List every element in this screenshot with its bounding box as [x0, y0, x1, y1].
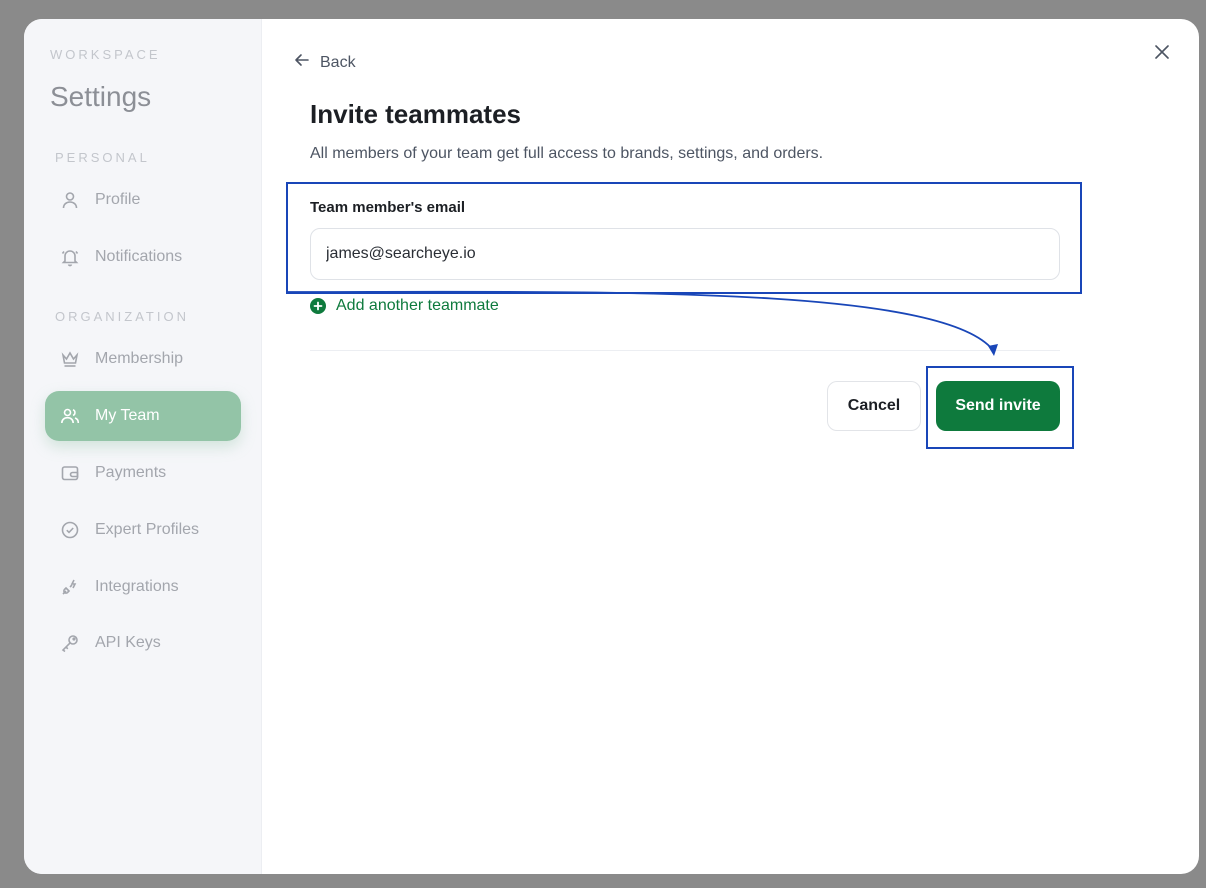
sidebar-item-integrations[interactable]: Integrations	[45, 562, 241, 612]
user-icon	[60, 190, 80, 210]
sidebar-item-label: Profile	[95, 191, 141, 208]
page-title: Invite teammates	[310, 99, 521, 129]
plus-circle-icon	[310, 298, 326, 314]
divider	[310, 350, 1060, 351]
sidebar-item-label: Membership	[95, 350, 184, 367]
sidebar-item-label: API Keys	[95, 634, 161, 651]
users-icon	[60, 406, 80, 426]
sidebar-item-label: Notifications	[95, 248, 183, 265]
back-link[interactable]: Back	[294, 52, 356, 73]
sidebar-item-profile[interactable]: Profile	[45, 175, 241, 225]
cancel-button[interactable]: Cancel	[827, 381, 921, 431]
sidebar-item-payments[interactable]: Payments	[45, 448, 241, 498]
sidebar-title: Settings	[50, 81, 152, 112]
close-button[interactable]	[1151, 43, 1173, 65]
sidebar-item-label: My Team	[95, 407, 160, 424]
key-icon	[60, 633, 80, 653]
page-subtitle: All members of your team get full access…	[310, 145, 824, 162]
sidebar-item-expert-profiles[interactable]: Expert Profiles	[45, 505, 241, 555]
send-invite-button[interactable]: Send invite	[936, 381, 1060, 431]
sidebar-item-membership[interactable]: Membership	[45, 334, 241, 384]
email-field-label: Team member's email	[310, 199, 466, 216]
crown-icon	[60, 349, 80, 369]
add-teammate-link[interactable]: Add another teammate	[310, 297, 499, 315]
settings-sidebar: WORKSPACE Settings PERSONAL Profile Noti…	[24, 19, 262, 874]
plug-icon	[60, 577, 80, 597]
settings-modal: WORKSPACE Settings PERSONAL Profile Noti…	[24, 19, 1199, 874]
sidebar-item-my-team[interactable]: My Team	[45, 391, 241, 441]
add-teammate-label: Add another teammate	[336, 297, 499, 314]
sidebar-item-label: Integrations	[95, 578, 179, 595]
close-icon	[1155, 44, 1169, 64]
workspace-label: WORKSPACE	[50, 47, 161, 62]
email-field[interactable]	[310, 228, 1060, 280]
back-label: Back	[320, 53, 356, 71]
bell-icon	[60, 247, 80, 267]
wallet-icon	[60, 463, 80, 483]
invite-panel: Back Invite teammates All members of you…	[262, 19, 1199, 874]
sidebar-item-notifications[interactable]: Notifications	[45, 232, 241, 282]
badge-check-icon	[60, 520, 80, 540]
sidebar-item-label: Payments	[95, 464, 167, 481]
arrow-left-icon	[294, 52, 320, 73]
sidebar-item-label: Expert Profiles	[95, 521, 200, 538]
sidebar-item-api-keys[interactable]: API Keys	[45, 618, 241, 668]
personal-section-label: PERSONAL	[55, 150, 150, 165]
organization-section-label: ORGANIZATION	[55, 309, 189, 324]
